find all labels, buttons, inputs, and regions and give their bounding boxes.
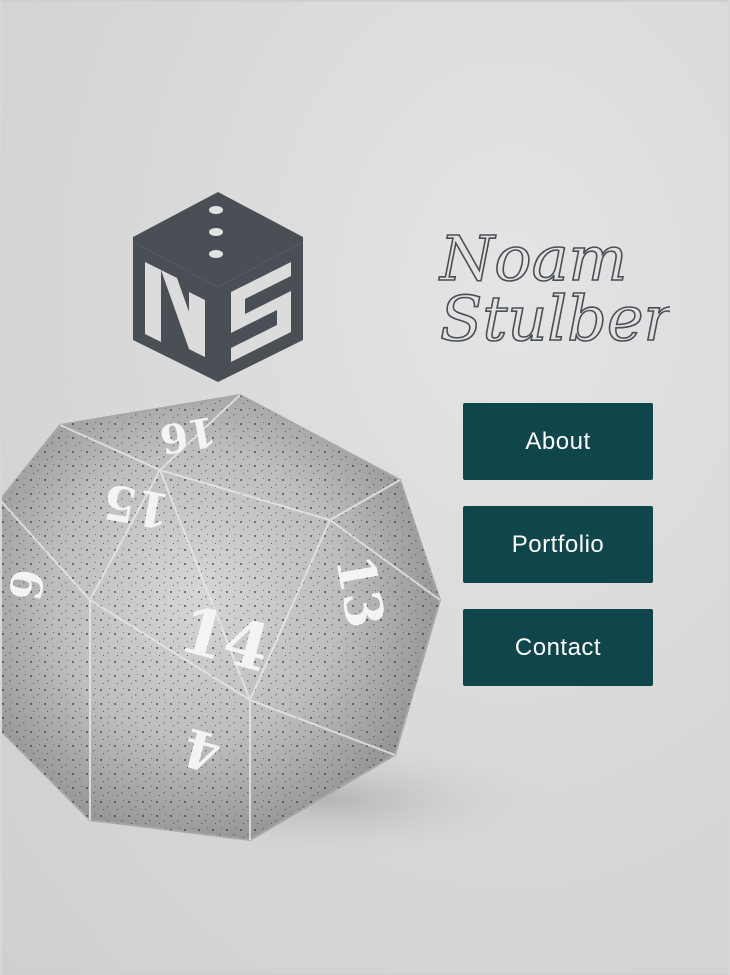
die-number-16: 16: [156, 407, 219, 463]
frame-border-left: [0, 0, 2, 975]
landing-page: 16 15 13 14 4 6 Noam Stulbe About Portfo…: [0, 0, 730, 975]
portfolio-button[interactable]: Portfolio: [463, 506, 653, 583]
frame-border-top: [0, 0, 730, 2]
contact-button[interactable]: Contact: [463, 609, 653, 686]
ns-dice-logo-icon: [133, 192, 303, 382]
brand-name-line2: Stulberg: [440, 282, 670, 355]
brand-signature: Noam Stulberg: [437, 221, 670, 356]
main-nav: About Portfolio Contact: [463, 403, 653, 686]
about-button[interactable]: About: [463, 403, 653, 480]
die-number-13: 13: [323, 551, 396, 633]
die-number-15: 15: [99, 472, 175, 539]
